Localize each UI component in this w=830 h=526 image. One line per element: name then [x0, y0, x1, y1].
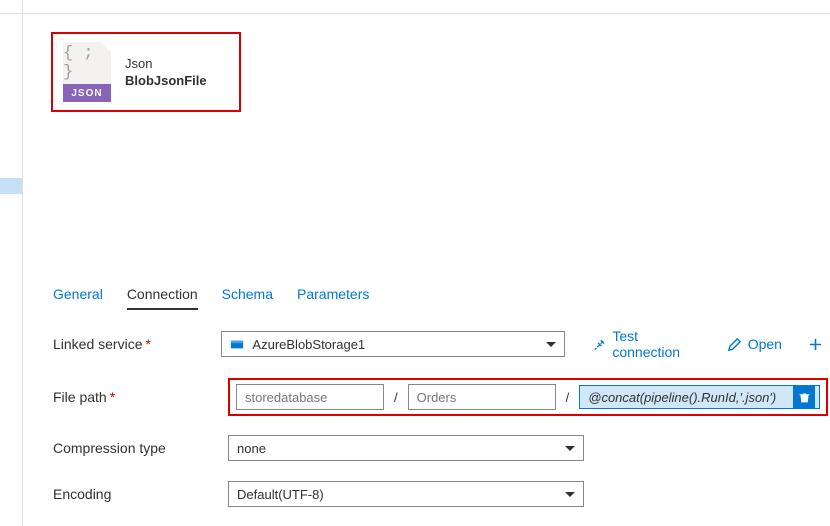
trash-icon	[798, 391, 811, 404]
file-expression-value: @concat(pipeline().RunId,'.json')	[588, 390, 776, 405]
label-linked-service-text: Linked service	[53, 336, 143, 352]
label-file-path: File path*	[53, 389, 228, 405]
sidebar	[0, 0, 23, 526]
open-label: Open	[748, 336, 782, 352]
file-expression-input[interactable]: @concat(pipeline().RunId,'.json')	[579, 385, 820, 409]
new-button[interactable]: New	[808, 328, 830, 360]
required-mark: *	[110, 389, 115, 405]
json-file-icon: { ; } JSON	[63, 42, 111, 102]
required-mark: *	[146, 336, 151, 352]
chevron-down-icon	[565, 446, 575, 451]
linked-service-actions: Test connection Open New	[593, 328, 830, 360]
connection-form: Linked service* AzureBlobStorage1 Test c…	[23, 310, 830, 526]
dataset-kind: Json	[125, 56, 207, 71]
sidebar-divider	[0, 0, 22, 14]
json-file-glyph: { ; }	[63, 42, 111, 84]
design-canvas: { ; } JSON Json BlobJsonFile	[23, 14, 830, 270]
plus-icon	[808, 337, 823, 352]
compression-value: none	[237, 441, 266, 456]
tab-general[interactable]: General	[53, 280, 103, 310]
main-panel: { ; } JSON Json BlobJsonFile General Con…	[23, 0, 830, 526]
folder-input[interactable]: Orders	[408, 384, 556, 410]
file-path-group: storedatabase / Orders / @concat(pipelin…	[228, 378, 828, 416]
test-connection-label: Test connection	[612, 328, 700, 360]
linked-service-select[interactable]: AzureBlobStorage1	[221, 331, 564, 357]
plug-icon	[593, 337, 607, 352]
path-separator: /	[566, 390, 570, 405]
label-compression: Compression type	[53, 440, 228, 456]
root: { ; } JSON Json BlobJsonFile General Con…	[0, 0, 830, 526]
compression-select[interactable]: none	[228, 435, 584, 461]
chevron-down-icon	[565, 492, 575, 497]
row-file-path: File path* storedatabase / Orders / @con…	[53, 378, 830, 416]
linked-service-value-wrap: AzureBlobStorage1	[230, 337, 365, 352]
azure-blob-icon	[230, 337, 244, 351]
tab-connection[interactable]: Connection	[127, 280, 198, 310]
dataset-text: Json BlobJsonFile	[125, 56, 207, 88]
container-input-value: storedatabase	[245, 390, 327, 405]
dataset-card[interactable]: { ; } JSON Json BlobJsonFile	[51, 32, 241, 112]
label-encoding: Encoding	[53, 486, 228, 502]
chevron-down-icon	[546, 342, 556, 347]
row-linked-service: Linked service* AzureBlobStorage1 Test c…	[53, 328, 830, 360]
dataset-name: BlobJsonFile	[125, 73, 207, 88]
test-connection-button[interactable]: Test connection	[593, 328, 701, 360]
label-file-path-text: File path	[53, 389, 107, 405]
row-compression: Compression type none	[53, 434, 830, 462]
header-divider	[23, 0, 830, 14]
encoding-value: Default(UTF-8)	[237, 487, 324, 502]
label-linked-service: Linked service*	[53, 336, 221, 352]
container-input[interactable]: storedatabase	[236, 384, 384, 410]
encoding-select[interactable]: Default(UTF-8)	[228, 481, 584, 507]
clear-file-expression-button[interactable]	[793, 386, 815, 408]
tabs: General Connection Schema Parameters	[23, 280, 830, 310]
tab-parameters[interactable]: Parameters	[297, 280, 369, 310]
pencil-icon	[727, 337, 742, 352]
tab-schema[interactable]: Schema	[222, 280, 273, 310]
path-separator: /	[394, 390, 398, 405]
open-button[interactable]: Open	[727, 328, 782, 360]
sidebar-active-marker	[0, 178, 22, 194]
linked-service-value-text: AzureBlobStorage1	[252, 337, 365, 352]
folder-input-value: Orders	[417, 390, 457, 405]
json-file-band: JSON	[63, 84, 111, 102]
row-encoding: Encoding Default(UTF-8)	[53, 480, 830, 508]
